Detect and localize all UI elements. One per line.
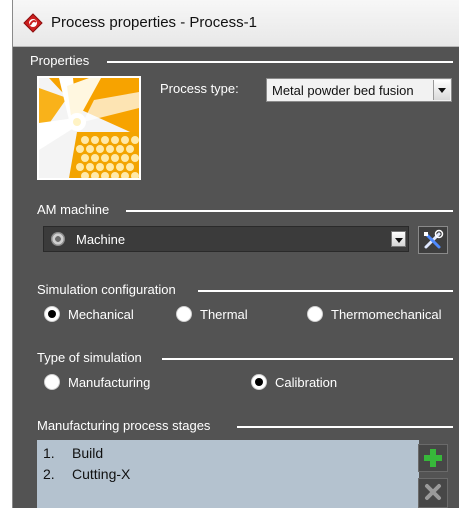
radio-thermomechanical-label: Thermomechanical <box>331 306 442 322</box>
machine-icon <box>51 232 65 246</box>
process-type-dropdown[interactable]: Metal powder bed fusion <box>266 78 452 102</box>
chevron-down-icon[interactable] <box>433 80 450 100</box>
laser-powder-bed-icon <box>39 78 139 178</box>
stage-number: 2. <box>43 466 55 482</box>
radio-thermal-label: Thermal <box>200 306 248 322</box>
close-icon <box>425 484 441 500</box>
stages-divider <box>237 426 453 428</box>
plus-icon <box>424 449 442 467</box>
process-type-image <box>37 76 141 180</box>
properties-divider <box>107 61 453 63</box>
simulation-configuration-divider <box>198 290 453 292</box>
radio-mechanical[interactable]: Mechanical <box>44 306 134 322</box>
simulation-configuration-section-label: Simulation configuration <box>37 282 176 297</box>
app-logo-icon <box>23 13 43 33</box>
radio-manufacturing-label: Manufacturing <box>68 374 151 390</box>
type-of-simulation-section-label: Type of simulation <box>37 350 142 365</box>
machine-settings-button[interactable] <box>418 226 448 254</box>
type-of-simulation-divider <box>162 358 453 360</box>
radio-thermal-indicator[interactable] <box>176 306 192 322</box>
properties-section-label: Properties <box>30 53 90 68</box>
stage-name: Build <box>72 445 104 461</box>
process-type-label: Process type: <box>160 81 239 96</box>
radio-thermal[interactable]: Thermal <box>176 306 248 322</box>
machine-value: Machine <box>76 232 126 247</box>
radio-calibration-label: Calibration <box>275 374 338 390</box>
stages-section-label: Manufacturing process stages <box>37 418 211 433</box>
radio-thermomechanical-indicator[interactable] <box>307 306 323 322</box>
add-stage-button[interactable] <box>418 444 448 472</box>
radio-mechanical-label: Mechanical <box>68 306 134 322</box>
radio-calibration[interactable]: Calibration <box>251 374 337 390</box>
title-bar: Process properties - Process-1 <box>13 0 459 47</box>
radio-calibration-indicator[interactable] <box>251 374 267 390</box>
radio-manufacturing[interactable]: Manufacturing <box>44 374 150 390</box>
chevron-down-icon[interactable] <box>391 231 406 247</box>
list-item[interactable]: 2. Cutting-X <box>37 463 419 484</box>
tools-icon <box>424 229 444 249</box>
stage-name: Cutting-X <box>72 466 131 482</box>
stages-list[interactable]: 1. Build 2. Cutting-X <box>37 440 419 508</box>
window-title: Process properties - Process-1 <box>51 14 257 31</box>
remove-stage-button[interactable] <box>418 478 448 508</box>
radio-manufacturing-indicator[interactable] <box>44 374 60 390</box>
stage-number: 1. <box>43 445 55 461</box>
radio-mechanical-indicator[interactable] <box>44 306 60 322</box>
radio-thermomechanical[interactable]: Thermomechanical <box>307 306 442 322</box>
machine-dropdown[interactable]: Machine <box>43 226 409 252</box>
process-type-value: Metal powder bed fusion <box>272 83 414 98</box>
process-properties-window: Process properties - Process-1 Propertie… <box>12 0 459 508</box>
am-machine-divider <box>126 210 453 212</box>
am-machine-section-label: AM machine <box>37 202 110 217</box>
list-item[interactable]: 1. Build <box>37 442 419 463</box>
